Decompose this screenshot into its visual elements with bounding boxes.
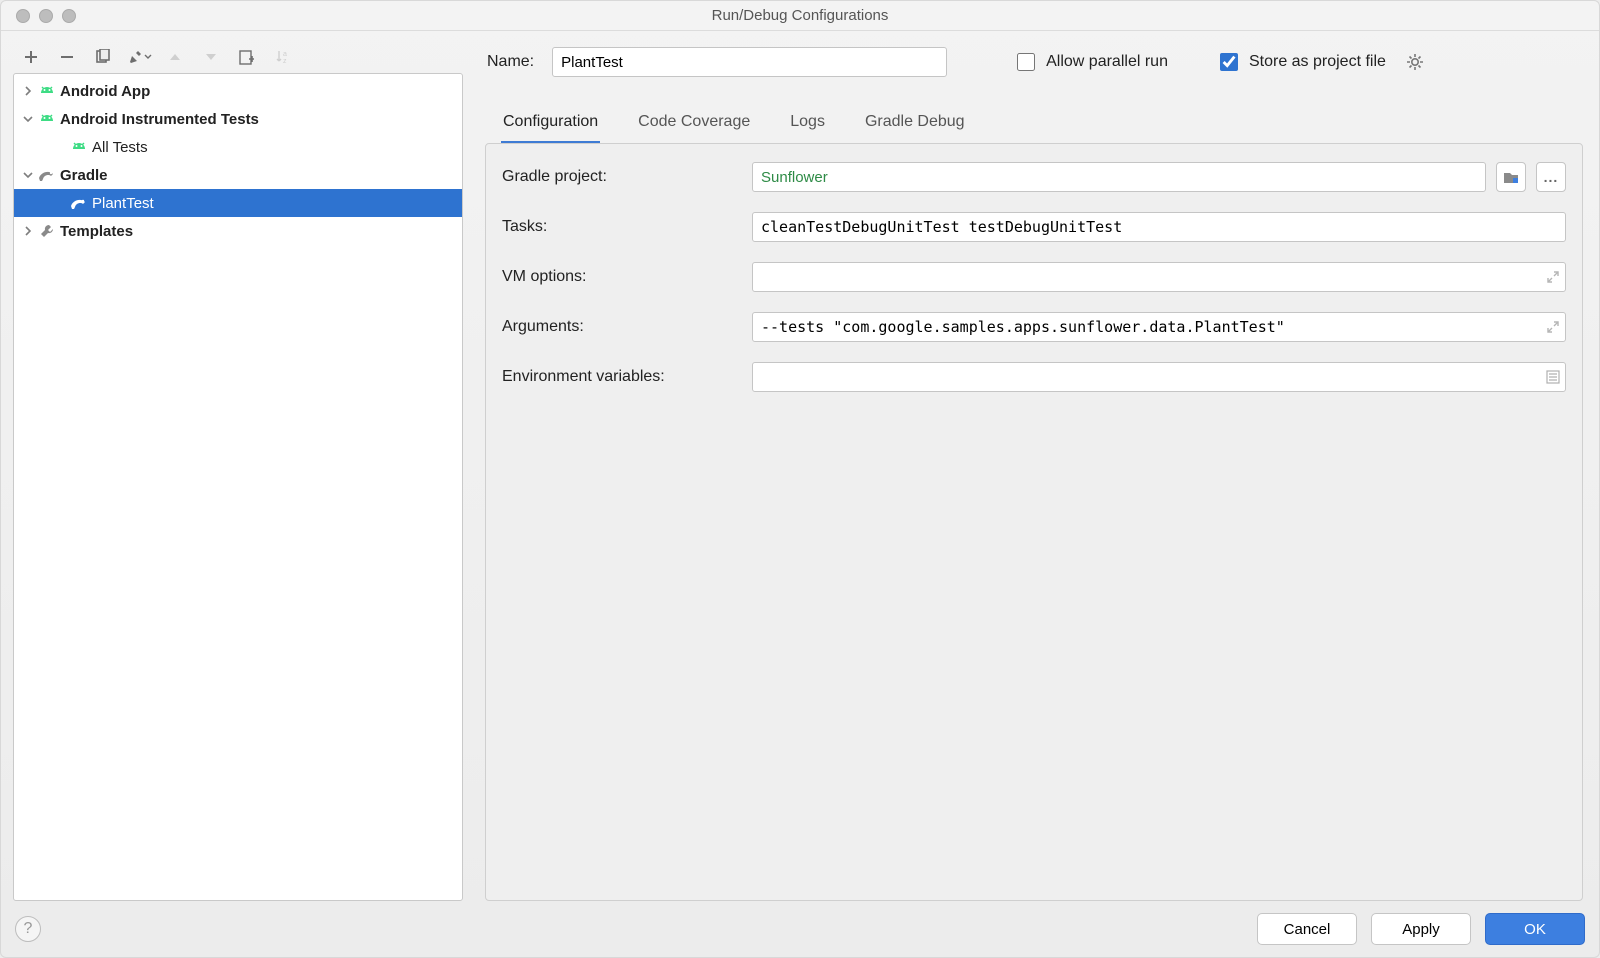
apply-button[interactable]: Apply bbox=[1371, 913, 1471, 945]
config-toolbar: az bbox=[13, 41, 463, 73]
configuration-tab-content: Gradle project: ... Tasks: bbox=[485, 143, 1583, 901]
tree-label: All Tests bbox=[90, 139, 148, 156]
ok-button[interactable]: OK bbox=[1485, 913, 1585, 945]
gradle-project-input[interactable] bbox=[752, 162, 1486, 192]
tree-group-gradle[interactable]: Gradle bbox=[14, 161, 462, 189]
chevron-right-icon bbox=[20, 226, 36, 236]
tree-item-planttest[interactable]: PlantTest bbox=[14, 189, 462, 217]
tree-label: Gradle bbox=[58, 167, 108, 184]
tree-group-templates[interactable]: Templates bbox=[14, 217, 462, 245]
tab-logs[interactable]: Logs bbox=[788, 107, 827, 144]
arguments-label: Arguments: bbox=[502, 318, 742, 336]
chevron-down-icon bbox=[20, 170, 36, 180]
allow-parallel-input[interactable] bbox=[1017, 53, 1035, 71]
sort-button[interactable]: az bbox=[269, 45, 297, 69]
android-test-icon bbox=[36, 111, 58, 127]
tree-label: Android App bbox=[58, 83, 150, 100]
move-down-button[interactable] bbox=[197, 45, 225, 69]
vm-options-input[interactable] bbox=[752, 262, 1566, 292]
name-input[interactable] bbox=[552, 47, 947, 77]
copy-config-button[interactable] bbox=[89, 45, 117, 69]
tasks-label: Tasks: bbox=[502, 218, 742, 236]
android-icon bbox=[36, 83, 58, 99]
store-project-label: Store as project file bbox=[1249, 53, 1386, 71]
env-list-icon[interactable] bbox=[1546, 370, 1560, 384]
help-button[interactable]: ? bbox=[15, 916, 41, 942]
close-window-icon[interactable] bbox=[16, 9, 30, 23]
chevron-down-icon bbox=[20, 114, 36, 124]
env-vars-input[interactable] bbox=[752, 362, 1566, 392]
minimize-window-icon[interactable] bbox=[39, 9, 53, 23]
titlebar: Run/Debug Configurations bbox=[1, 1, 1599, 31]
cancel-button[interactable]: Cancel bbox=[1257, 913, 1357, 945]
tree-group-android-instrumented-tests[interactable]: Android Instrumented Tests bbox=[14, 105, 462, 133]
tree-label: Android Instrumented Tests bbox=[58, 111, 259, 128]
store-project-checkbox[interactable]: Store as project file bbox=[1216, 50, 1386, 74]
tree-group-android-app[interactable]: Android App bbox=[14, 77, 462, 105]
expand-vm-icon[interactable] bbox=[1546, 270, 1560, 284]
window-controls bbox=[1, 9, 76, 23]
android-test-icon bbox=[68, 139, 90, 155]
save-config-button[interactable] bbox=[233, 45, 261, 69]
tree-label: PlantTest bbox=[90, 195, 154, 212]
chevron-right-icon bbox=[20, 86, 36, 96]
move-up-button[interactable] bbox=[161, 45, 189, 69]
gradle-icon bbox=[36, 168, 58, 182]
gradle-icon bbox=[68, 196, 90, 210]
svg-text:a: a bbox=[283, 51, 287, 58]
gradle-project-label: Gradle project: bbox=[502, 168, 742, 186]
tab-gradle-debug[interactable]: Gradle Debug bbox=[863, 107, 967, 144]
window-title: Run/Debug Configurations bbox=[1, 7, 1599, 24]
expand-args-icon[interactable] bbox=[1546, 320, 1560, 334]
tree-item-all-tests[interactable]: All Tests bbox=[14, 133, 462, 161]
registered-project-button[interactable] bbox=[1496, 162, 1526, 192]
allow-parallel-checkbox[interactable]: Allow parallel run bbox=[1013, 50, 1168, 74]
tab-code-coverage[interactable]: Code Coverage bbox=[636, 107, 752, 144]
svg-text:z: z bbox=[283, 58, 287, 65]
config-tree[interactable]: Android App Android Instrumented Tests All… bbox=[13, 73, 463, 901]
dialog-button-bar: ? Cancel Apply OK bbox=[1, 901, 1599, 957]
allow-parallel-label: Allow parallel run bbox=[1046, 53, 1168, 71]
add-config-button[interactable] bbox=[17, 45, 45, 69]
wrench-icon bbox=[36, 223, 58, 239]
remove-config-button[interactable] bbox=[53, 45, 81, 69]
arguments-input[interactable] bbox=[752, 312, 1566, 342]
tab-configuration[interactable]: Configuration bbox=[501, 107, 600, 144]
store-project-input[interactable] bbox=[1220, 53, 1238, 71]
tasks-input[interactable] bbox=[752, 212, 1566, 242]
browse-project-button[interactable]: ... bbox=[1536, 162, 1566, 192]
env-vars-label: Environment variables: bbox=[502, 368, 742, 386]
name-label: Name: bbox=[487, 53, 534, 71]
zoom-window-icon[interactable] bbox=[62, 9, 76, 23]
tree-label: Templates bbox=[58, 223, 133, 240]
vm-options-label: VM options: bbox=[502, 268, 742, 286]
config-tabs: Configuration Code Coverage Logs Gradle Deb… bbox=[485, 107, 1583, 144]
edit-options-button[interactable] bbox=[125, 45, 153, 69]
store-project-gear-icon[interactable] bbox=[1404, 53, 1426, 71]
